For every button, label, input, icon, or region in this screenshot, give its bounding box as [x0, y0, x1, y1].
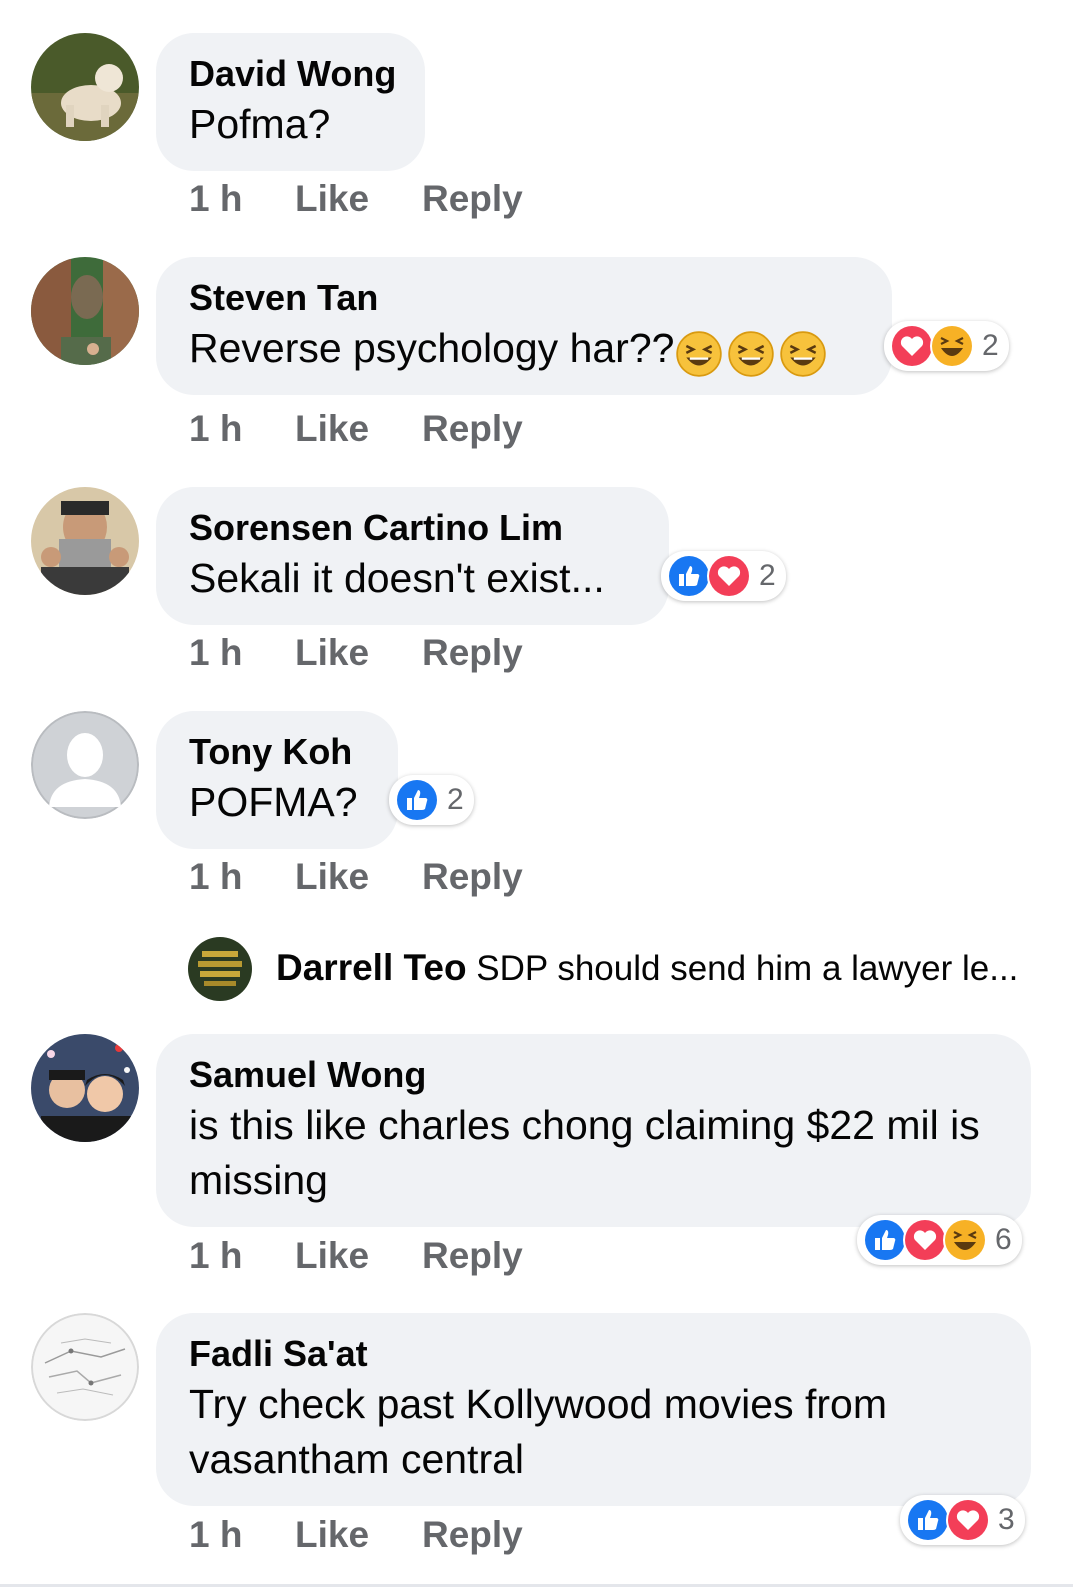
like-button[interactable]: Like: [295, 178, 422, 220]
avatar[interactable]: [188, 937, 252, 1001]
comment-time[interactable]: 1 h: [189, 632, 295, 674]
love-reaction-icon: [946, 1498, 990, 1542]
comment-time[interactable]: 1 h: [189, 1235, 295, 1277]
like-button[interactable]: Like: [295, 632, 422, 674]
comment-actions: 1 h Like Reply: [189, 632, 523, 674]
comment-text-row: Reverse psychology har??: [189, 321, 859, 379]
like-button[interactable]: Like: [295, 408, 422, 450]
comment-author[interactable]: Steven Tan: [189, 275, 859, 321]
reply-preview-text: Darrell Teo SDP should send him a lawyer…: [276, 947, 1018, 989]
love-reaction-icon: [707, 554, 751, 598]
reply-button[interactable]: Reply: [422, 1235, 523, 1277]
comment-bubble[interactable]: Sorensen Cartino Lim Sekali it doesn't e…: [156, 487, 669, 625]
comment-actions: 1 h Like Reply: [189, 856, 523, 898]
love-reaction-icon: [890, 324, 934, 368]
like-button[interactable]: Like: [295, 856, 422, 898]
love-reaction-icon: [903, 1218, 947, 1262]
reply-button[interactable]: Reply: [422, 178, 523, 220]
reaction-count: 2: [447, 783, 464, 816]
reaction-count: 2: [759, 559, 776, 592]
reply-button[interactable]: Reply: [422, 856, 523, 898]
reply-button[interactable]: Reply: [422, 408, 523, 450]
avatar[interactable]: [31, 257, 139, 365]
laughing-emoji-icon: [728, 331, 775, 377]
reaction-summary[interactable]: 2: [389, 775, 474, 825]
comment-bubble[interactable]: Samuel Wong is this like charles chong c…: [156, 1034, 1031, 1227]
reaction-summary[interactable]: 2: [661, 551, 786, 601]
comment-author[interactable]: Tony Koh: [189, 729, 365, 775]
comment-author[interactable]: Fadli Sa'at: [189, 1331, 998, 1377]
comment-time[interactable]: 1 h: [189, 408, 295, 450]
comment-author[interactable]: Sorensen Cartino Lim: [189, 505, 636, 551]
comment-actions: 1 h Like Reply: [189, 1235, 523, 1277]
comment-text: Sekali it doesn't exist...: [189, 555, 605, 601]
emoji-group: [676, 324, 832, 379]
comment-bubble[interactable]: Steven Tan Reverse psychology har??: [156, 257, 892, 395]
reply-preview[interactable]: Darrell Teo SDP should send him a lawyer…: [188, 937, 1068, 1001]
comment-time[interactable]: 1 h: [189, 178, 295, 220]
like-button[interactable]: Like: [295, 1235, 422, 1277]
comment-text: Pofma?: [189, 101, 331, 147]
default-avatar-icon[interactable]: [31, 711, 139, 819]
reaction-count: 6: [995, 1223, 1012, 1256]
comment-actions: 1 h Like Reply: [189, 1514, 523, 1556]
reaction-summary[interactable]: 2: [884, 321, 1009, 371]
haha-reaction-icon: [943, 1218, 987, 1262]
like-reaction-icon: [667, 554, 711, 598]
haha-reaction-icon: [930, 324, 974, 368]
like-button[interactable]: Like: [295, 1514, 422, 1556]
comment-bubble[interactable]: David Wong Pofma?: [156, 33, 425, 171]
avatar[interactable]: [31, 1313, 139, 1421]
laughing-emoji-icon: [676, 331, 723, 377]
reply-author[interactable]: Darrell Teo: [276, 947, 467, 988]
comment-time[interactable]: 1 h: [189, 856, 295, 898]
comment-author[interactable]: Samuel Wong: [189, 1052, 998, 1098]
avatar[interactable]: [31, 487, 139, 595]
reaction-count: 3: [998, 1503, 1015, 1536]
comment-text: is this like charles chong claiming $22 …: [189, 1102, 980, 1203]
laughing-emoji-icon: [780, 331, 827, 377]
like-reaction-icon: [395, 778, 439, 822]
reply-snippet: SDP should send him a lawyer le...: [476, 949, 1019, 988]
comment-actions: 1 h Like Reply: [189, 178, 523, 220]
reply-button[interactable]: Reply: [422, 632, 523, 674]
like-reaction-icon: [863, 1218, 907, 1262]
avatar[interactable]: [31, 33, 139, 141]
comment-bubble[interactable]: Tony Koh POFMA?: [156, 711, 398, 849]
reaction-summary[interactable]: 6: [857, 1215, 1022, 1265]
reaction-summary[interactable]: 3: [900, 1495, 1025, 1545]
comment-author[interactable]: David Wong: [189, 51, 396, 97]
reaction-count: 2: [982, 329, 999, 362]
reply-button[interactable]: Reply: [422, 1514, 523, 1556]
avatar[interactable]: [31, 1034, 139, 1142]
comment-text: Reverse psychology har??: [189, 325, 675, 371]
comment-actions: 1 h Like Reply: [189, 408, 523, 450]
like-reaction-icon: [906, 1498, 950, 1542]
comment-text: Try check past Kollywood movies from vas…: [189, 1381, 887, 1482]
comment-text: POFMA?: [189, 779, 358, 825]
comment-time[interactable]: 1 h: [189, 1514, 295, 1556]
comment-bubble[interactable]: Fadli Sa'at Try check past Kollywood mov…: [156, 1313, 1031, 1506]
